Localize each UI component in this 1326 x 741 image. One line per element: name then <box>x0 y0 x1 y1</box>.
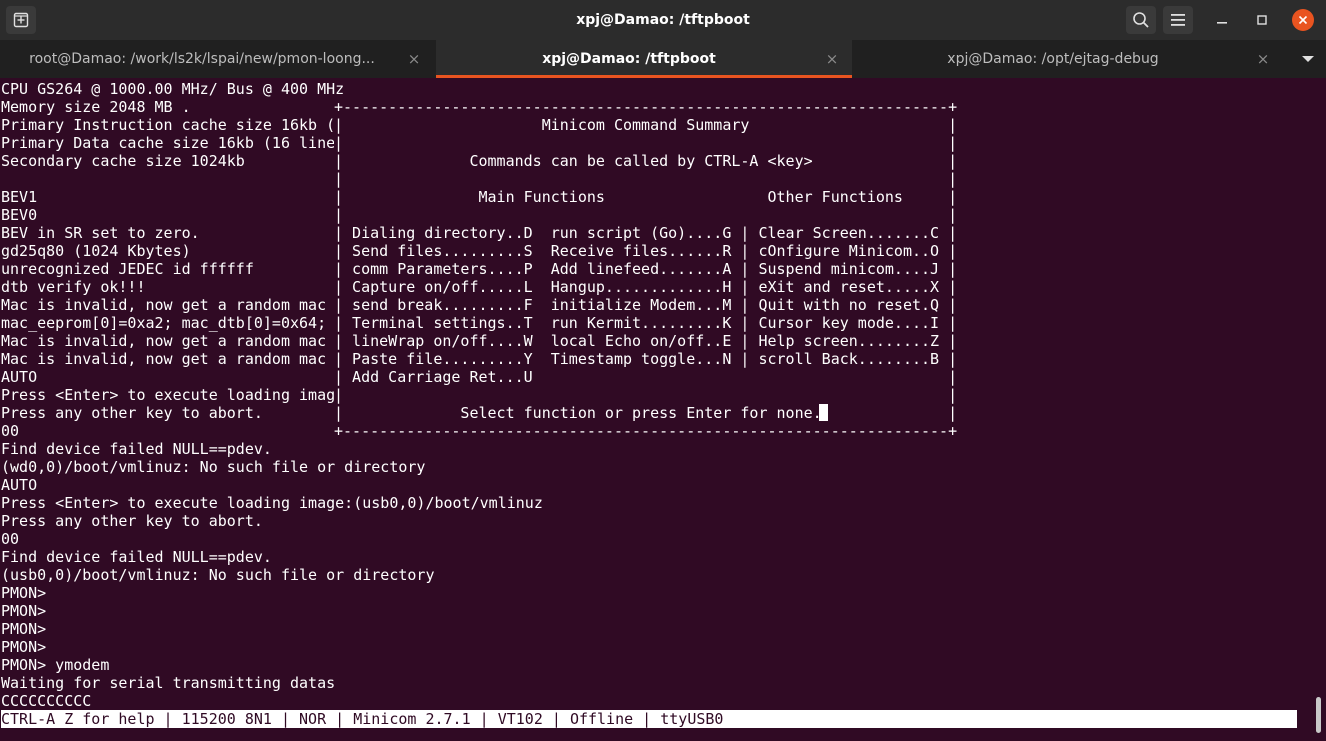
command-summary-line: | | <box>334 206 958 224</box>
command-summary-line: | Commands can be called by CTRL-A <key>… <box>334 152 958 170</box>
close-button[interactable] <box>1292 9 1314 31</box>
tab-close-icon[interactable]: × <box>406 40 422 78</box>
menu-button[interactable] <box>1163 6 1193 34</box>
maximize-button[interactable] <box>1250 8 1274 32</box>
terminal-line: (usb0,0)/boot/vmlinuz: No such file or d… <box>1 566 435 584</box>
command-summary-line: | Capture on/off.....L Hangup...........… <box>334 278 958 296</box>
command-summary-line: | Paste file.........Y Timestamp toggle.… <box>334 350 958 368</box>
command-summary-line: | send break.........F initialize Modem.… <box>334 296 958 314</box>
terminal-line: CCCCCCCCCC <box>1 692 92 710</box>
command-summary-line: | Main Functions Other Functions | <box>334 188 958 206</box>
command-summary-line: | Dialing directory..D run script (Go)..… <box>334 224 958 242</box>
terminal-line: Find device failed NULL==pdev. <box>1 440 272 458</box>
command-summary-line: | | <box>334 170 958 188</box>
maximize-icon <box>1257 15 1267 25</box>
terminal-line: PMON> <box>1 620 47 638</box>
chevron-down-icon <box>1302 56 1314 62</box>
terminal-line: (wd0,0)/boot/vmlinuz: No such file or di… <box>1 458 426 476</box>
tab-label: root@Damao: /work/ls2k/lspai/new/pmon-lo… <box>29 51 375 67</box>
command-summary-line: | | <box>334 386 958 404</box>
terminal-line: AUTO <box>1 476 38 494</box>
command-summary-line: | lineWrap on/off....W local Echo on/off… <box>334 332 958 350</box>
terminal-line: PMON> <box>1 602 47 620</box>
terminal-cursor <box>819 404 828 421</box>
command-summary-line: +---------------------------------------… <box>334 422 958 440</box>
tab-bar: root@Damao: /work/ls2k/lspai/new/pmon-lo… <box>0 40 1326 78</box>
terminal-line: Press <Enter> to execute loading image:(… <box>1 494 543 512</box>
command-summary-line: | Send files.........S Receive files....… <box>334 242 958 260</box>
command-summary-line: | Terminal settings..T run Kermit.......… <box>334 314 958 332</box>
scrollbar-thumb[interactable] <box>1316 697 1321 733</box>
minicom-command-summary: +---------------------------------------… <box>334 98 958 440</box>
command-summary-text: +---------------------------------------… <box>334 98 958 440</box>
command-summary-line: | | <box>334 134 958 152</box>
minicom-status-bar: CTRL-A Z for help | 115200 8N1 | NOR | M… <box>1 710 1297 728</box>
search-button[interactable] <box>1126 6 1156 34</box>
terminal-line: PMON> <box>1 638 47 656</box>
command-summary-line: | Minicom Command Summary | <box>334 116 958 134</box>
command-summary-line: | comm Parameters....P Add linefeed.....… <box>334 260 958 278</box>
terminal-line: PMON> <box>1 584 47 602</box>
tab-label: xpj@Damao: /opt/ejtag-debug <box>947 51 1159 67</box>
terminal-line: 00 <box>1 530 20 548</box>
window-titlebar: xpj@Damao: /tftpboot <box>0 0 1326 40</box>
close-icon <box>1298 15 1308 25</box>
tab-label: xpj@Damao: /tftpboot <box>542 51 716 67</box>
tab-tftpboot[interactable]: xpj@Damao: /tftpboot × <box>436 40 852 78</box>
command-summary-line: +---------------------------------------… <box>334 98 958 116</box>
tab-ejtag-debug[interactable]: xpj@Damao: /opt/ejtag-debug × <box>853 40 1283 78</box>
tab-pmon-loong[interactable]: root@Damao: /work/ls2k/lspai/new/pmon-lo… <box>0 40 434 78</box>
terminal-line: Waiting for serial transmitting datas <box>1 674 336 692</box>
terminal-line: Find device failed NULL==pdev. <box>1 548 272 566</box>
minimize-button[interactable] <box>1210 8 1234 32</box>
command-summary-line: | Select function or press Enter for non… <box>334 404 958 422</box>
minimize-icon <box>1217 22 1227 24</box>
active-tab-indicator <box>436 75 852 78</box>
terminal-line: CPU GS264 @ 1000.00 MHz/ Bus @ 400 MHz <box>1 80 345 98</box>
terminal-line: PMON> ymodem <box>1 656 110 674</box>
tab-close-icon[interactable]: × <box>824 40 840 78</box>
command-summary-line: | Add Carriage Ret...U | <box>334 368 958 386</box>
tab-close-icon[interactable]: × <box>1255 40 1271 78</box>
search-icon <box>1133 12 1149 28</box>
tabs-dropdown-button[interactable] <box>1296 48 1320 70</box>
terminal-line: Press any other key to abort. <box>1 512 263 530</box>
hamburger-menu-icon <box>1171 14 1185 26</box>
